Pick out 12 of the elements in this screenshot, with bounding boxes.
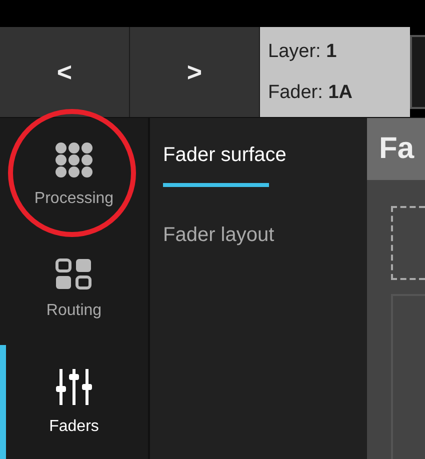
grid-icon <box>55 142 93 178</box>
sidebar-item[interactable]: Processing <box>0 118 148 232</box>
previous-button[interactable]: < <box>0 27 130 117</box>
tab[interactable]: Fader surface <box>163 143 286 167</box>
next-button[interactable]: > <box>130 27 260 117</box>
sidebar-item[interactable]: Routing <box>0 232 148 346</box>
info-text: Layer: 1 <box>268 40 338 62</box>
blocks-icon <box>55 258 93 290</box>
tab[interactable]: Fader layout <box>163 223 274 247</box>
info-text: Fader: 1A <box>268 82 354 104</box>
sliders-icon <box>55 368 93 406</box>
panel-title: Fa <box>379 132 414 166</box>
